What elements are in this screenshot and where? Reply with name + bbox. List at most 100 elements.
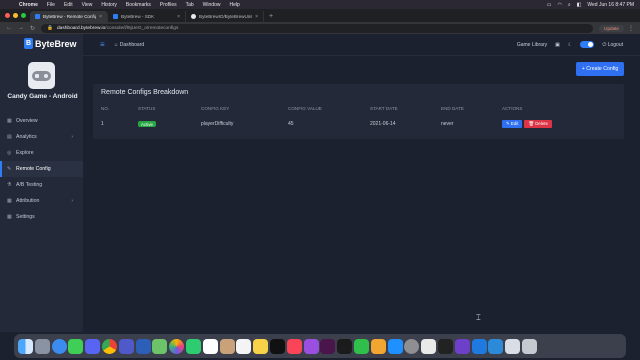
word-icon[interactable] [135, 338, 151, 354]
notes-icon[interactable] [253, 338, 269, 354]
messages-icon[interactable] [68, 338, 84, 354]
app-name: Candy Game - Android [7, 93, 78, 100]
macos-dock [14, 334, 626, 358]
sidebar: B ByteBrew Candy Game - Android ▦ Overvi… [0, 34, 83, 332]
more-icon[interactable]: ⋮ [628, 25, 634, 32]
github-desktop-icon[interactable] [454, 338, 470, 354]
wifi-icon[interactable]: ◠ [557, 2, 561, 8]
tab-sdk[interactable]: ByteBrew - SDK × [108, 11, 186, 22]
minimize-window-icon[interactable] [13, 13, 18, 18]
tab-close-icon[interactable]: × [177, 14, 180, 20]
app-store-icon[interactable] [387, 338, 403, 354]
window-controls [5, 13, 26, 18]
address-bar[interactable]: 🔒 dashboard.bytebrew.io /console/l/l6jUe… [41, 23, 594, 33]
menu-profiles[interactable]: Profiles [160, 2, 177, 8]
teams-icon[interactable] [118, 338, 134, 354]
theme-toggle[interactable] [580, 41, 595, 48]
bytebrew-logo[interactable]: B ByteBrew [24, 38, 77, 49]
column-header-actions: ACTIONS [502, 106, 523, 111]
chart-icon: ▤ [7, 134, 12, 140]
apple-tv-icon[interactable] [269, 338, 285, 354]
menu-help[interactable]: Help [229, 2, 239, 8]
back-icon[interactable]: ← [6, 25, 12, 31]
calendar-app-icon[interactable] [202, 338, 218, 354]
numbers-icon[interactable] [353, 338, 369, 354]
menu-tab[interactable]: Tab [186, 2, 194, 8]
sidebar-item-remote-config[interactable]: ✎ Remote Config [0, 161, 83, 177]
column-header-end-date: END DATE [441, 106, 464, 111]
bytebrew-favicon-icon [113, 14, 118, 19]
github-favicon-icon [191, 14, 196, 19]
vscode-icon[interactable] [488, 338, 504, 354]
terminal-icon[interactable] [437, 338, 453, 354]
sidebar-item-explore[interactable]: ◎ Explore [0, 145, 83, 161]
breadcrumb-dashboard[interactable]: Dashboard [120, 42, 144, 48]
menu-window[interactable]: Window [203, 2, 221, 8]
sidebar-item-overview[interactable]: ▦ Overview [0, 113, 83, 129]
forward-icon[interactable]: → [18, 25, 24, 31]
maps-icon[interactable] [152, 338, 168, 354]
sidebar-item-attribution[interactable]: ▦ Attribution › [0, 193, 83, 209]
reminders-icon[interactable] [236, 338, 252, 354]
control-center-icon[interactable]: ◧ [577, 2, 582, 8]
config-key: playerDifficulty [201, 121, 234, 127]
tab-close-icon[interactable]: × [255, 14, 258, 20]
stocks-icon[interactable] [337, 338, 353, 354]
discord-icon[interactable] [85, 338, 101, 354]
menu-edit[interactable]: Edit [64, 2, 73, 8]
menu-history[interactable]: History [101, 2, 117, 8]
maximize-window-icon[interactable] [21, 13, 26, 18]
menu-clock[interactable]: Wed Jun 16 8:47 PM [587, 2, 634, 8]
podcasts-icon[interactable] [303, 338, 319, 354]
end-date: never [441, 121, 454, 127]
keynote-icon[interactable] [370, 338, 386, 354]
create-config-button[interactable]: + Create Config [576, 62, 624, 76]
sidebar-item-label: Settings [16, 214, 35, 220]
menu-app-name[interactable]: Chrome [19, 2, 38, 8]
sidebar-item-analytics[interactable]: ▤ Analytics › [0, 129, 83, 145]
sidebar-item-ab-testing[interactable]: ⚗ A/B Testing [0, 177, 83, 193]
edit-button[interactable]: ✎ Edit [502, 120, 523, 128]
system-preferences-icon[interactable] [404, 338, 420, 354]
spotlight-icon[interactable]: ⌕ [568, 2, 571, 8]
sidebar-item-label: Attribution [16, 198, 40, 204]
unity-icon[interactable] [421, 338, 437, 354]
safari-icon[interactable] [51, 338, 67, 354]
update-button[interactable]: Update [599, 24, 624, 32]
trash-icon[interactable] [521, 338, 537, 354]
menu-bookmarks[interactable]: Bookmarks [126, 2, 151, 8]
home-icon[interactable]: ⌂ [115, 42, 118, 48]
photos-icon[interactable] [169, 338, 185, 354]
slack-icon[interactable] [320, 338, 336, 354]
game-library-link[interactable]: Game Library [517, 42, 547, 48]
column-header-status: STATUS [138, 106, 156, 111]
hamburger-menu-icon[interactable]: ≡ [100, 40, 105, 49]
tab-github[interactable]: ByteBrewIO/ByteBrewUnitySDK × [186, 11, 264, 22]
url-path: /console/l/l6jUeG_o/remoteconfigs [105, 25, 179, 31]
finder-icon[interactable] [18, 338, 33, 354]
logout-link[interactable]: ⏻ Logout [602, 42, 623, 48]
xcode-icon[interactable] [471, 338, 487, 354]
tab-label: ByteBrew - Remote Configs [43, 14, 97, 19]
contacts-icon[interactable] [219, 338, 235, 354]
menu-file[interactable]: File [47, 2, 55, 8]
launchpad-icon[interactable] [34, 338, 50, 354]
sidebar-item-label: A/B Testing [16, 182, 43, 188]
lock-icon[interactable]: 🔒 [47, 26, 53, 31]
calendar-icon[interactable]: ▣ [555, 42, 560, 48]
sidebar-item-label: Explore [16, 150, 34, 156]
menu-view[interactable]: View [82, 2, 93, 8]
sidebar-item-settings[interactable]: ▦ Settings [0, 209, 83, 225]
delete-button[interactable]: 🗑 Delete [524, 120, 552, 128]
chrome-icon[interactable] [101, 338, 117, 354]
battery-icon[interactable]: ▭ [547, 2, 552, 8]
moon-icon[interactable]: ☾ [568, 42, 572, 48]
preview-icon[interactable] [505, 338, 521, 354]
close-window-icon[interactable] [5, 13, 10, 18]
music-icon[interactable] [286, 338, 302, 354]
reload-icon[interactable]: ↻ [30, 25, 35, 32]
facetime-icon[interactable] [185, 338, 201, 354]
tab-remote-configs[interactable]: ByteBrew - Remote Configs × [30, 11, 108, 22]
new-tab-icon[interactable]: + [269, 13, 273, 20]
tab-close-icon[interactable]: × [99, 14, 102, 20]
